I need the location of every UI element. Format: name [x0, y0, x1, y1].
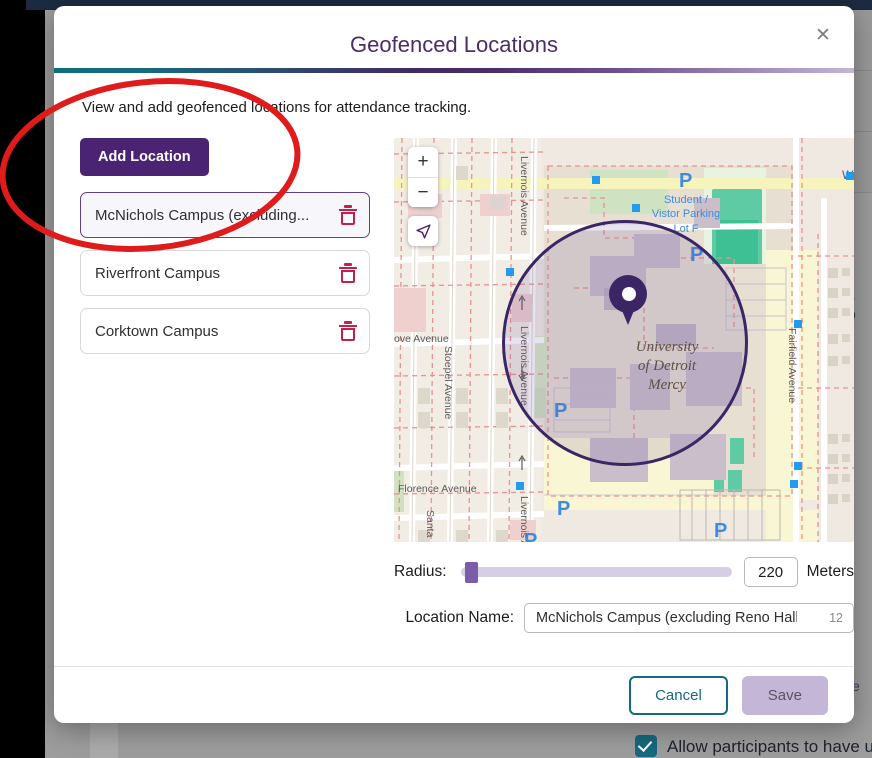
location-list-item-mcnichols[interactable]: McNichols Campus (excluding... [80, 192, 370, 238]
location-name-row: Location Name: 12 [394, 603, 854, 633]
place-label: University of Detroit Mercy [635, 339, 699, 393]
screen-left-black-bar [0, 0, 26, 758]
street-label-fairfield: Fairfield Avenue [786, 328, 798, 404]
map-handle-right-low[interactable] [790, 480, 798, 488]
trash-icon[interactable] [339, 321, 357, 341]
location-name-label-text: Location Name: [405, 609, 514, 626]
parking-icon-1: P [679, 170, 693, 192]
street-label-stoepel: Stoepel Avenue [442, 346, 454, 420]
location-name-label: McNichols Campus (excluding... [95, 206, 310, 224]
locations-panel: Add Location McNichols Campus (excluding… [80, 138, 370, 633]
map-handle-top[interactable] [592, 176, 600, 184]
dialog-description: View and add geofenced locations for att… [82, 99, 472, 116]
parking-icon-4: P [557, 498, 571, 520]
map-pin-icon[interactable] [609, 275, 647, 327]
dialog-footer: Cancel Save [54, 666, 854, 723]
radius-row: Radius: Meters [394, 557, 854, 587]
trash-icon[interactable] [339, 205, 357, 225]
zoom-out-icon[interactable]: − [408, 177, 438, 207]
location-list-item-corktown[interactable]: Corktown Campus [80, 308, 370, 354]
geofenced-locations-dialog: Geofenced Locations ✕ View and add geofe… [54, 6, 854, 723]
location-name-input[interactable] [534, 604, 799, 632]
background-checkbox-label: Allow participants to have u [667, 737, 872, 756]
navigation-arrow-icon[interactable] [408, 216, 438, 246]
map-zoom-controls: + − [408, 147, 438, 207]
save-button: Save [741, 675, 828, 715]
map-handle-left[interactable] [506, 268, 514, 276]
location-list-item-riverfront[interactable]: Riverfront Campus [80, 250, 370, 296]
map-handle-right-mid[interactable] [794, 462, 802, 470]
map-panel: University of Detroit Mercy Student / Vi… [394, 138, 854, 633]
add-location-button[interactable]: Add Location [80, 138, 209, 176]
map-canvas[interactable]: University of Detroit Mercy Student / Vi… [394, 138, 854, 542]
zoom-in-icon[interactable]: + [408, 147, 438, 177]
cancel-button[interactable]: Cancel [629, 675, 728, 715]
map-handle-right-edge[interactable] [846, 172, 854, 180]
close-icon[interactable]: ✕ [810, 22, 836, 48]
street-label-livernois-3: Livernois A [518, 496, 530, 542]
screen-left-black-bar-2 [26, 0, 45, 758]
location-name-label: Riverfront Campus [95, 264, 221, 282]
radius-input[interactable] [743, 557, 798, 587]
radius-slider[interactable] [460, 562, 732, 583]
dialog-header: Geofenced Locations ✕ [54, 6, 854, 68]
page-title: Geofenced Locations [350, 32, 558, 57]
map-handle-upper[interactable] [632, 204, 640, 212]
screen: S ☉ ho for lo ho a s p ne me ut ut re p … [0, 0, 872, 758]
trash-icon[interactable] [339, 263, 357, 283]
radius-slider-thumb[interactable] [464, 562, 478, 583]
street-label-livernois-1: Livernois Avenue [518, 156, 530, 236]
street-label-ove: ove Avenue [394, 333, 449, 345]
street-label-santa: Santa [424, 510, 436, 538]
street-label-florence: Florence Avenue [398, 483, 477, 495]
map-handle-bottom-left[interactable] [516, 482, 524, 490]
location-name-field[interactable]: 12 [524, 603, 854, 633]
parking-icon-5: P [714, 520, 728, 542]
dialog-body: View and add geofenced locations for att… [54, 73, 854, 673]
background-checkbox-3[interactable] [635, 735, 657, 757]
location-name-char-count: 12 [829, 611, 843, 625]
location-name-label: Corktown Campus [95, 322, 219, 340]
map-handle-right-top[interactable] [794, 320, 802, 328]
radius-unit-label: Meters [806, 563, 854, 580]
radius-label: Radius: [394, 563, 447, 580]
